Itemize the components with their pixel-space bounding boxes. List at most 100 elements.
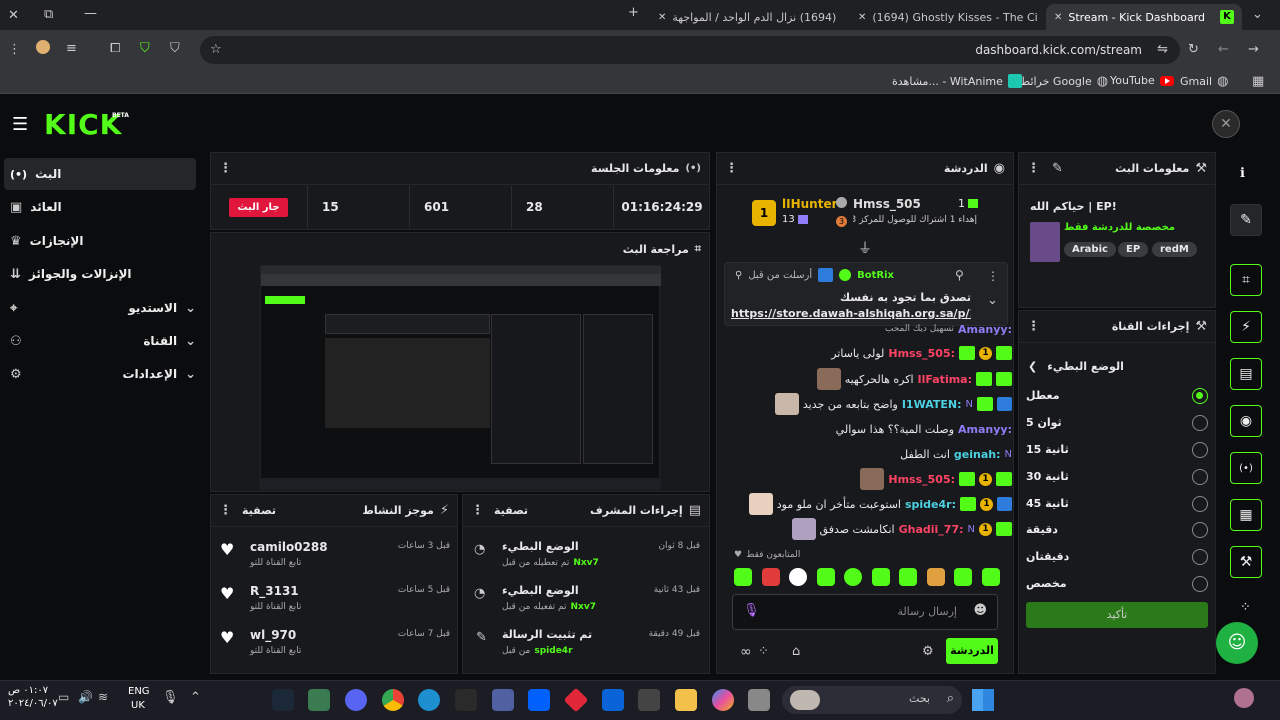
apps-grid-icon[interactable]: ▦: [1252, 74, 1264, 89]
activity-user[interactable]: R_3131: [250, 584, 299, 598]
tab-search-icon[interactable]: ⌄: [1252, 7, 1263, 22]
share-icon[interactable]: ⁘: [758, 644, 769, 659]
activity-user[interactable]: wl_970: [250, 628, 296, 642]
bookmark-gmail[interactable]: Gmail ◍: [1180, 74, 1228, 89]
restore-window-icon[interactable]: ⧉: [44, 7, 53, 22]
slow-mode-header[interactable]: ❮ الوضع البطيء: [1028, 360, 1124, 373]
chat-message[interactable]: وصلت المية؟؟ هذا سوالي Amanyy:: [732, 418, 1012, 440]
emote-icon[interactable]: [789, 568, 808, 586]
pinned-message[interactable]: ⋮ ⚲ ⚲ أرسلت من قبل BotRix تصدق بما تجود …: [724, 262, 1008, 326]
emote-icon[interactable]: [734, 568, 752, 586]
media-icon[interactable]: ≡: [66, 41, 77, 56]
sidebar-item-studio[interactable]: ⌖ الاستديو ⌄: [10, 292, 196, 324]
chevron-down-icon[interactable]: ⌄: [987, 293, 998, 308]
chat-message[interactable]: لولى ياساتر Hmss_505: 1: [732, 342, 1012, 364]
emote-icon[interactable]: [899, 568, 918, 586]
filter-button[interactable]: تصفية: [242, 504, 276, 517]
emoji-icon[interactable]: ☻: [973, 603, 987, 618]
tab-kick-dashboard[interactable]: ✕ Stream - Kick Dashboard K: [1046, 4, 1242, 30]
bookmark-witanime[interactable]: مشاهدة... - WitAnime: [892, 74, 1022, 88]
message-user[interactable]: geinah:: [954, 448, 1001, 461]
sidebar-item-settings[interactable]: ⚙ الإعدادات ⌄: [10, 358, 196, 390]
pin-icon[interactable]: ⚲: [955, 268, 964, 282]
stream-preview-video[interactable]: [260, 265, 661, 490]
message-user[interactable]: Amanyy:: [958, 423, 1012, 436]
info-icon[interactable]: ℹ: [1240, 166, 1245, 181]
radio-45s[interactable]: [1192, 496, 1208, 512]
chat-message[interactable]: انت الطفل geinah: N: [732, 443, 1012, 465]
kick-logo[interactable]: KICK: [44, 108, 122, 141]
windows-start-icon[interactable]: [972, 689, 994, 711]
language-indicator[interactable]: ENG: [128, 686, 150, 697]
dropbox-icon[interactable]: [528, 689, 550, 711]
chat-message[interactable]: Hmss_505: 1: [732, 468, 1012, 490]
copilot-icon[interactable]: [712, 689, 734, 711]
site-settings-icon[interactable]: ⇋: [1157, 42, 1168, 57]
mod-action-user[interactable]: Nxv7: [573, 558, 598, 568]
minimize-window-icon[interactable]: —: [84, 6, 97, 21]
radio-5s[interactable]: [1192, 415, 1208, 431]
microphone-icon[interactable]: 🎙: [743, 603, 760, 618]
activity-user[interactable]: camilo0288: [250, 540, 328, 554]
reload-icon[interactable]: ↻: [1188, 42, 1199, 57]
store-icon[interactable]: ⌂: [792, 644, 800, 659]
bookmark-maps[interactable]: خرائط Google ◍: [1020, 74, 1108, 89]
tab-youtube-2[interactable]: ✕ (1694) Ghostly Kisses - The City: [858, 6, 1038, 28]
sidebar-item-achievements[interactable]: ♛ الإنجازات: [10, 225, 196, 257]
radio-disabled[interactable]: [1192, 388, 1208, 404]
rail-chat-button[interactable]: ◉: [1230, 405, 1262, 437]
message-user[interactable]: spide4r:: [905, 498, 956, 511]
mod-action-user[interactable]: spide4r: [534, 646, 572, 656]
message-user[interactable]: I1WATEN:: [902, 398, 962, 411]
bookmark-youtube[interactable]: YouTube: [1110, 74, 1174, 87]
adblock-icon[interactable]: ⛉: [170, 41, 180, 56]
message-user[interactable]: Hmss_505:: [888, 347, 955, 360]
extensions-icon[interactable]: ⧠: [110, 41, 120, 56]
rail-screenshot-button[interactable]: ⌗: [1230, 264, 1262, 296]
sidebar-item-drops[interactable]: ⇊ الإنزالات والجوائز: [10, 258, 196, 290]
edge-icon[interactable]: [418, 689, 440, 711]
emote-icon[interactable]: [761, 568, 780, 586]
confirm-button[interactable]: تأكيد: [1026, 602, 1208, 628]
emote-icon[interactable]: [926, 568, 945, 586]
discord-icon[interactable]: [345, 689, 367, 711]
message-user[interactable]: Hmss_505:: [888, 473, 955, 486]
rail-document-button[interactable]: ▤: [1230, 358, 1262, 390]
chat-message[interactable]: اكره هالحركهيه IlFatima:: [732, 368, 1012, 390]
support-chat-button[interactable]: ☺: [1216, 622, 1258, 664]
more-menu-icon[interactable]: ⋮: [219, 161, 232, 176]
region-indicator[interactable]: UK: [131, 700, 145, 711]
chat-message[interactable]: تسهيل ديك المحب Amanyy:: [732, 318, 1012, 340]
emote-icon[interactable]: [981, 568, 1000, 586]
clock-date[interactable]: ٢٠٢٤/٠٦/٠٧: [8, 698, 58, 709]
emote-icon[interactable]: [816, 568, 835, 586]
notification-avatar-icon[interactable]: [1234, 688, 1254, 708]
edit-icon[interactable]: ✎: [1052, 161, 1063, 176]
sidebar-item-channel[interactable]: ⚇ القناة ⌄: [10, 325, 196, 357]
radio-15s[interactable]: [1192, 442, 1208, 458]
close-window-icon[interactable]: ✕: [8, 8, 19, 23]
chrome-icon[interactable]: [382, 689, 404, 711]
more-menu-icon[interactable]: ⋮: [725, 161, 738, 176]
radio-custom[interactable]: [1192, 576, 1208, 592]
taskbar-search[interactable]: بحث ⌕: [782, 686, 962, 714]
steam-icon[interactable]: [272, 689, 294, 711]
extension-avatar-icon[interactable]: [36, 40, 50, 54]
app-icon[interactable]: [492, 689, 514, 711]
new-tab-button[interactable]: +: [628, 5, 639, 20]
category-name[interactable]: مخصصة للدردشة فقط: [1064, 222, 1175, 233]
hamburger-menu-icon[interactable]: ☰: [12, 114, 28, 135]
store-icon[interactable]: [638, 689, 660, 711]
share-icon[interactable]: ⁘: [1240, 600, 1251, 615]
emote-icon[interactable]: [871, 568, 890, 586]
radio-2m[interactable]: [1192, 549, 1208, 565]
app-icon[interactable]: [748, 689, 770, 711]
message-user[interactable]: Amanyy:: [958, 323, 1012, 336]
pinned-user[interactable]: BotRix: [857, 270, 894, 281]
outlook-icon[interactable]: [602, 689, 624, 711]
more-menu-icon[interactable]: ⋮: [1027, 319, 1040, 334]
infinity-icon[interactable]: ∞: [740, 644, 752, 660]
gifter-name[interactable]: Hmss_505: [853, 197, 921, 211]
chat-message[interactable]: انكامشت صدفق Ghadii_77: N 1: [732, 518, 1012, 540]
close-icon[interactable]: ✕: [1054, 12, 1062, 23]
